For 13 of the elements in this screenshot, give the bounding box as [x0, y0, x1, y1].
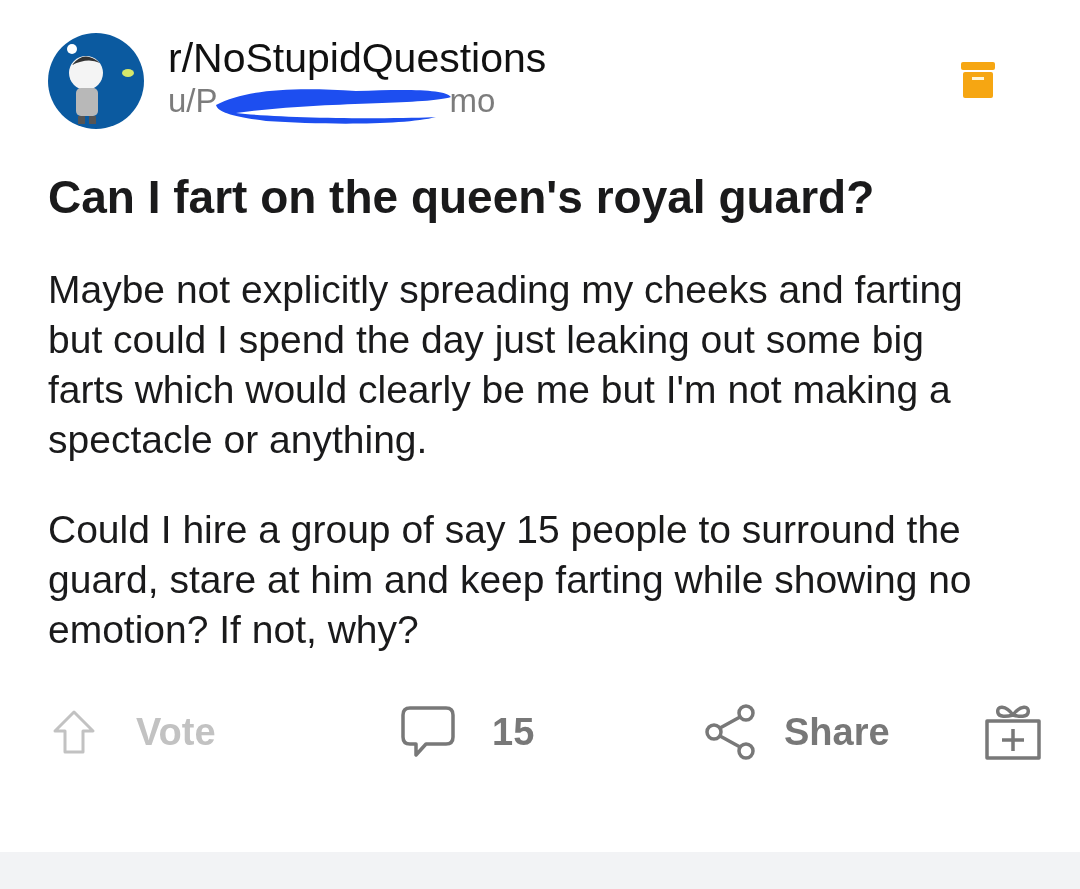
- gift-box-icon: [984, 703, 1042, 761]
- upvote-arrow-icon: [52, 709, 96, 755]
- subreddit-name[interactable]: r/NoStupidQuestions: [168, 33, 547, 83]
- share-button[interactable]: Share: [704, 703, 890, 761]
- award-button[interactable]: [984, 703, 1042, 761]
- speech-bubble-icon: [400, 705, 456, 759]
- post-paragraph: Could I hire a group of say 15 people to surround the guard, stare at him and keep farting while showing no emotion? If not, why?: [48, 507, 973, 653]
- username[interactable]: mo: [449, 82, 496, 120]
- share-icon: [704, 704, 756, 760]
- username[interactable]: u/P: [168, 82, 218, 120]
- post-title: Can I fart on the queen's royal guard?: [48, 170, 876, 225]
- post-paragraph: Maybe not explicitly spreading my cheeks and farting but could I spend the day just leaking out some big farts which would clearly be me but I'm not making a spectacle or anything.: [48, 267, 964, 463]
- comments-button[interactable]: 15: [400, 703, 535, 761]
